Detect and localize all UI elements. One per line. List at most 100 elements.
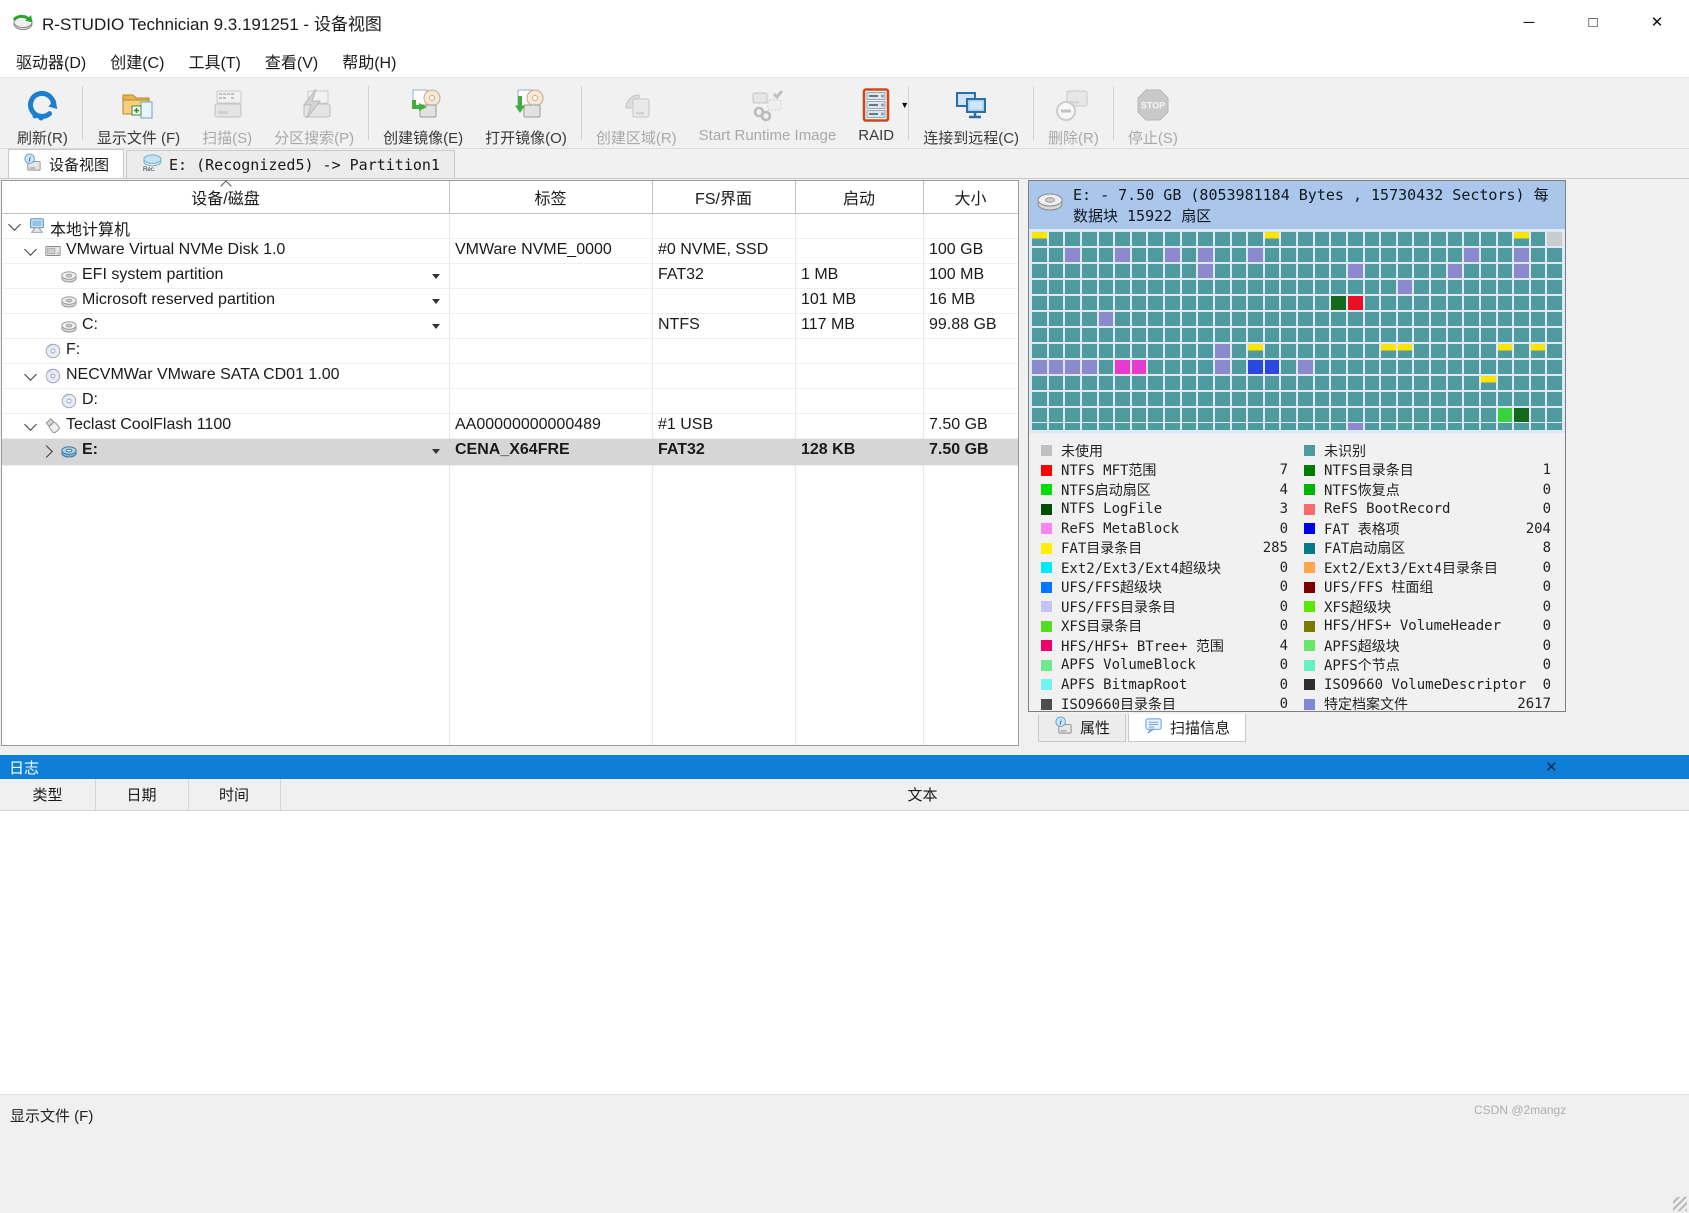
scan-block <box>1464 280 1479 294</box>
minimize-button[interactable]: ─ <box>1497 0 1561 44</box>
toolbar-separator <box>1113 86 1114 140</box>
scan-block <box>1381 328 1396 342</box>
column-header-size[interactable]: 大小 <box>923 181 1018 213</box>
device-table-row[interactable]: NECVMWar VMware SATA CD01 1.00 <box>2 364 1018 389</box>
expander-down-icon[interactable] <box>24 418 37 431</box>
scan-block <box>1431 232 1446 246</box>
start-runtime-image-button[interactable]: Start Runtime Image <box>688 78 848 148</box>
stop-button[interactable]: STOP 停止(S) <box>1117 78 1189 148</box>
device-table-row[interactable]: E:CENA_X64FREFAT32128 KB7.50 GB <box>2 439 1018 466</box>
expander-down-icon[interactable] <box>8 218 21 231</box>
device-table-row[interactable]: D: <box>2 389 1018 414</box>
connect-remote-button[interactable]: 连接到远程(C) <box>912 78 1030 148</box>
delete-button[interactable]: 删除(R) <box>1037 78 1110 148</box>
scan-block <box>1215 296 1230 310</box>
open-image-button[interactable]: 打开镜像(O) <box>474 78 578 148</box>
cell-start: 1 MB <box>801 266 838 284</box>
refresh-button[interactable]: 刷新(R) <box>6 78 79 148</box>
scan-block <box>1232 296 1247 310</box>
row-dropdown-icon[interactable] <box>432 449 440 454</box>
status-bar: 显示文件 (F) CSDN @2mangz <box>0 1094 1689 1213</box>
device-name: C: <box>82 316 98 334</box>
row-dropdown-icon[interactable] <box>432 274 440 279</box>
view-tab-recognized-partition[interactable]: Rec.E: (Recognized5) -> Partition1 <box>126 150 455 178</box>
scan-block <box>1431 423 1446 430</box>
close-button[interactable]: ✕ <box>1625 0 1689 44</box>
runtime-image-icon <box>749 83 785 127</box>
scan-block <box>1265 232 1280 246</box>
legend-column-left: 未使用NTFS MFT范围7NTFS启动扇区4NTFS LogFile3ReFS… <box>1041 441 1294 714</box>
legend-label: XFS超级块 <box>1324 597 1391 617</box>
menu-item-4[interactable]: 帮助(H) <box>330 49 408 73</box>
menu-item-3[interactable]: 查看(V) <box>253 49 330 73</box>
menu-item-1[interactable]: 创建(C) <box>98 49 176 73</box>
scan-block <box>1148 248 1163 262</box>
show-files-button[interactable]: 显示文件 (F) <box>86 78 191 148</box>
scan-block <box>1365 248 1380 262</box>
device-table-row[interactable]: EFI system partitionFAT321 MB100 MB <box>2 264 1018 289</box>
log-column-text[interactable]: 文本 <box>280 779 1565 810</box>
scan-block <box>1331 423 1346 430</box>
scan-block <box>1032 408 1047 422</box>
scan-block <box>1514 360 1529 374</box>
scan-tab-properties[interactable]: i属性 <box>1038 714 1126 742</box>
scan-block <box>1132 408 1147 422</box>
device-table-row[interactable]: Microsoft reserved partition101 MB16 MB <box>2 289 1018 314</box>
create-image-button[interactable]: 创建镜像(E) <box>372 78 474 148</box>
column-header-device-disk[interactable]: 设备/磁盘 <box>2 181 449 213</box>
row-dropdown-icon[interactable] <box>432 324 440 329</box>
toolbar-button-label: Start Runtime Image <box>699 127 837 144</box>
log-column-type[interactable]: 类型 <box>0 779 95 810</box>
scan-block <box>1365 296 1380 310</box>
expander-down-icon[interactable] <box>24 243 37 256</box>
legend-swatch <box>1041 582 1052 593</box>
column-header-start[interactable]: 启动 <box>795 181 923 213</box>
view-tab-device-view[interactable]: i设备视图 <box>8 149 124 178</box>
scan-block <box>1398 280 1413 294</box>
scan-block <box>1448 423 1463 430</box>
column-header-fs[interactable]: FS/界面 <box>652 181 795 213</box>
log-column-date[interactable]: 日期 <box>95 779 188 810</box>
scan-block <box>1215 360 1230 374</box>
device-table-row[interactable]: VMware Virtual NVMe Disk 1.0VMWare NVME_… <box>2 239 1018 264</box>
stop-icon: STOP <box>1135 83 1171 127</box>
resize-grip[interactable] <box>1673 1197 1687 1211</box>
partition-icon <box>60 267 78 285</box>
raid-button[interactable]: ▼RAID <box>847 78 905 148</box>
dropdown-arrow-icon[interactable]: ▼ <box>900 100 909 110</box>
scan-block <box>1198 264 1213 278</box>
log-close-icon[interactable]: ✕ <box>1545 758 1558 776</box>
scan-tab-scan-info[interactable]: 扫描信息 <box>1128 714 1246 742</box>
refresh-icon <box>24 83 60 127</box>
menu-item-2[interactable]: 工具(T) <box>176 49 252 73</box>
maximize-button[interactable]: □ <box>1561 0 1625 44</box>
scan-block <box>1281 392 1296 406</box>
row-dropdown-icon[interactable] <box>432 299 440 304</box>
column-header-label[interactable]: 标签 <box>449 181 652 213</box>
legend-count: 0 <box>1280 677 1294 693</box>
toolbar-separator <box>82 86 83 140</box>
scan-block <box>1132 312 1147 326</box>
device-table-row[interactable]: 本地计算机 <box>2 214 1018 239</box>
scan-block <box>1514 264 1529 278</box>
toolbar-button-label: 停止(S) <box>1128 127 1178 148</box>
scan-block <box>1464 312 1479 326</box>
scan-block <box>1498 280 1513 294</box>
scan-block <box>1498 392 1513 406</box>
menu-item-0[interactable]: 驱动器(D) <box>4 49 98 73</box>
create-region-button[interactable]: 创建区域(R) <box>585 78 688 148</box>
scan-block <box>1032 344 1047 358</box>
scan-button[interactable]: 扫描(S) <box>191 78 263 148</box>
svg-text:STOP: STOP <box>1141 101 1165 111</box>
device-table-row[interactable]: C:NTFS117 MB99.88 GB <box>2 314 1018 339</box>
legend-swatch <box>1304 465 1315 476</box>
scan-block <box>1315 328 1330 342</box>
log-column-time[interactable]: 时间 <box>188 779 280 810</box>
device-table-row[interactable]: F: <box>2 339 1018 364</box>
partition-search-button[interactable]: 分区搜索(P) <box>263 78 365 148</box>
device-table-row[interactable]: Teclast CoolFlash 1100AA00000000000489#1… <box>2 414 1018 439</box>
scan-block <box>1099 344 1114 358</box>
scan-block <box>1215 423 1230 430</box>
expander-right-icon[interactable] <box>40 445 53 458</box>
expander-down-icon[interactable] <box>24 368 37 381</box>
